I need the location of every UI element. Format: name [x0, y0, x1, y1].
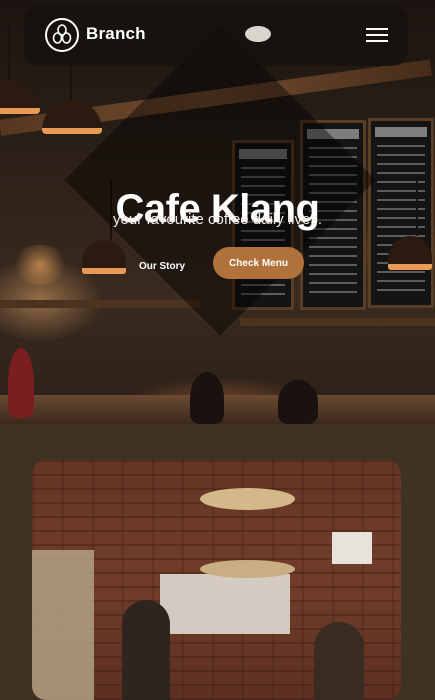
pendant-lamp [0, 20, 40, 114]
coffee-beans-logo-icon[interactable] [45, 18, 79, 52]
bread-basket [200, 560, 295, 578]
person-silhouette [278, 380, 318, 424]
person-silhouette [314, 622, 364, 700]
shelf [0, 300, 200, 308]
person-silhouette [122, 600, 170, 700]
light-glow [10, 245, 70, 285]
hero-subtitle: your favourite coffee daily lives. [113, 211, 322, 228]
nav-indicator-dot [245, 26, 271, 42]
person-silhouette [8, 348, 34, 418]
bread-basket [200, 488, 295, 510]
top-navbar: Branch [24, 6, 408, 66]
shelf [240, 318, 435, 326]
cafe-interior-photo [32, 460, 401, 700]
wooden-shelf [32, 550, 94, 700]
our-story-button[interactable]: Our Story [131, 253, 193, 279]
pendant-lamp [82, 180, 126, 274]
pendant-lamp [42, 40, 102, 134]
brand-name[interactable]: Branch [86, 24, 146, 44]
person-silhouette [190, 372, 224, 424]
hamburger-menu-icon[interactable] [366, 28, 388, 42]
storage-box [332, 532, 372, 564]
check-menu-button[interactable]: Check Menu [213, 247, 304, 279]
wall-artwork [160, 574, 290, 634]
